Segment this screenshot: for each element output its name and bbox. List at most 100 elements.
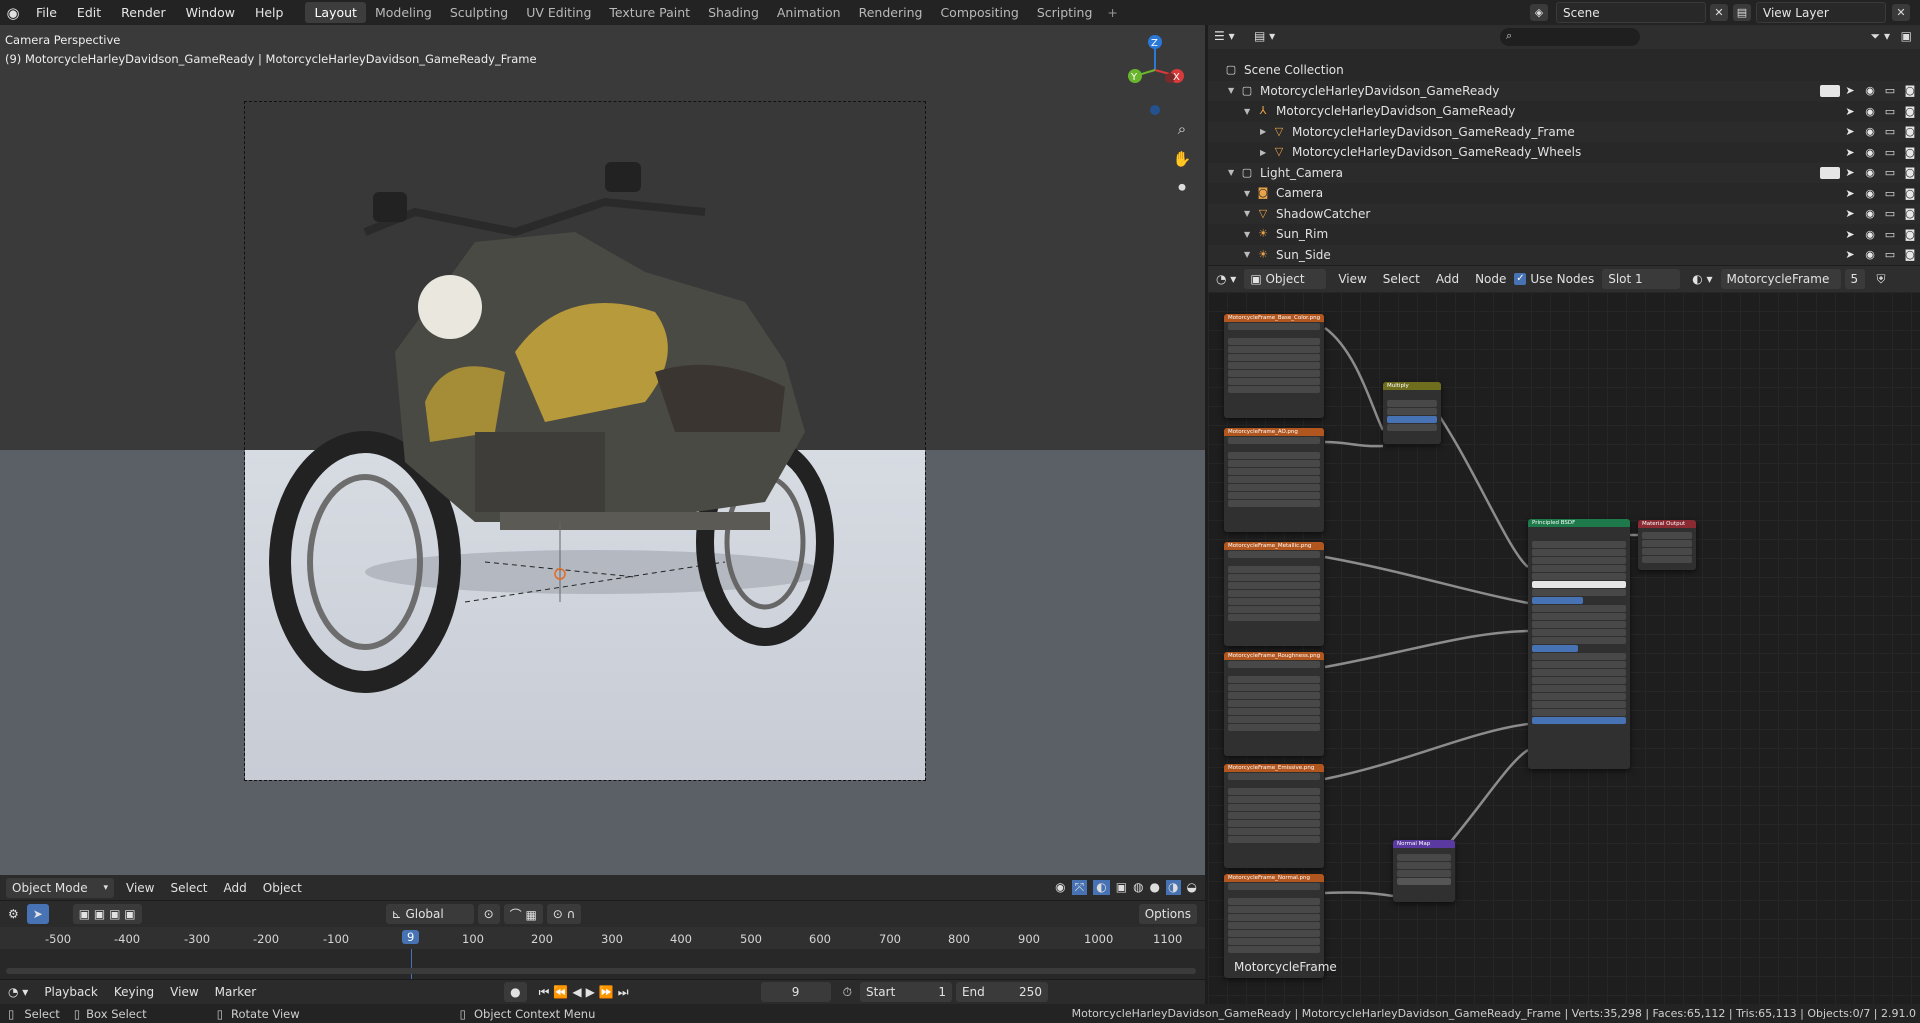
tab-uv-editing[interactable]: UV Editing — [517, 2, 600, 23]
current-frame-field[interactable]: 9 — [760, 982, 831, 1002]
menu-window[interactable]: Window — [176, 5, 245, 20]
outliner-row[interactable]: ▶ ▽ MotorcycleHarleyDavidson_GameReady_Fra… — [1208, 121, 1920, 142]
xray-icon[interactable]: ▣ — [1116, 880, 1127, 895]
outliner-filter-mode-icon[interactable]: ▤ ▾ — [1254, 29, 1275, 43]
use-nodes-checkbox[interactable]: ✓ — [1514, 273, 1527, 285]
select-arrow-icon[interactable]: ➤ — [1840, 84, 1860, 97]
exclude-checkbox[interactable]: ✓ — [1820, 166, 1840, 179]
image-texture-node[interactable]: MotorcycleFrame_Metallic.png — [1224, 542, 1324, 646]
snap-icon[interactable]: ⌒ ▦ — [503, 904, 543, 924]
render-camera-icon[interactable]: ◙ — [1900, 187, 1920, 200]
material-output-node[interactable]: Material Output — [1638, 520, 1696, 570]
disclosure-triangle-icon[interactable]: ▼ — [1244, 107, 1256, 116]
view-layer-icon[interactable]: ▤ — [1733, 4, 1751, 21]
material-browse-icon[interactable]: ◐ ▾ — [1684, 272, 1720, 286]
fake-user-shield-icon[interactable]: ⛨ — [1869, 272, 1894, 287]
overlay-toggle-icon[interactable]: ◐ — [1093, 880, 1110, 895]
node-menu-node[interactable]: Node — [1467, 272, 1514, 286]
zoom-icon[interactable]: ⌕ — [1170, 117, 1194, 141]
tool-settings-icon[interactable]: ⚙ — [0, 907, 27, 921]
scene-browse-icon[interactable]: ◈ — [1530, 4, 1548, 21]
render-camera-icon[interactable]: ◙ — [1900, 248, 1920, 261]
outliner-search-input[interactable]: ⌕ — [1500, 28, 1640, 46]
timeline-ruler[interactable]: -500 -400 -300 -200 -100 9 100 200 300 4… — [0, 927, 1205, 949]
monitor-icon[interactable]: ▭ — [1880, 228, 1900, 241]
monitor-icon[interactable]: ▭ — [1880, 146, 1900, 159]
tab-texture-paint[interactable]: Texture Paint — [600, 2, 699, 23]
outliner-row[interactable]: ▼ ☀ Sun_Rim ➤ ◉ ▭ ◙ — [1208, 224, 1920, 244]
selection-mode-icons[interactable]: ▣ ▣ ▣ ▣ — [72, 904, 142, 924]
monitor-icon[interactable]: ▭ — [1880, 187, 1900, 200]
node-menu-view[interactable]: View — [1330, 272, 1374, 286]
menu-select[interactable]: Select — [162, 881, 215, 895]
render-camera-icon[interactable]: ◙ — [1900, 207, 1920, 220]
outliner-row[interactable]: ▼ ▢ Light_Camera ✓ ➤ ◉ ▭ ◙ — [1208, 162, 1920, 183]
multiply-node[interactable]: Multiply — [1383, 382, 1441, 444]
object-mode-dropdown[interactable]: Object Mode ▾ — [6, 877, 114, 898]
timeline-editor-icon[interactable]: ◔ ▾ — [0, 985, 36, 999]
select-arrow-icon[interactable]: ➤ — [1840, 187, 1860, 200]
render-camera-icon[interactable]: ◙ — [1900, 146, 1920, 159]
outliner-row[interactable]: ▼ ☀ Sun_Side ➤ ◉ ▭ ◙ — [1208, 244, 1920, 265]
outliner[interactable]: ☰ ▾ ▤ ▾ ⌕ ⏷ ▾ ▣ ▢ Scene Collection ▼ ▢ Motor… — [1208, 25, 1920, 265]
monitor-icon[interactable]: ▭ — [1880, 105, 1900, 118]
menu-playback[interactable]: Playback — [36, 985, 106, 999]
menu-file[interactable]: File — [26, 5, 67, 20]
menu-edit[interactable]: Edit — [67, 5, 111, 20]
disclosure-triangle-icon[interactable]: ▼ — [1244, 189, 1256, 198]
principled-bsdf-node[interactable]: Principled BSDF — [1528, 519, 1630, 769]
close-scene-icon[interactable]: ✕ — [1710, 4, 1728, 21]
eye-icon[interactable]: ◉ — [1860, 146, 1880, 159]
tab-modeling[interactable]: Modeling — [366, 2, 441, 23]
menu-view[interactable]: View — [162, 985, 206, 999]
outliner-row[interactable]: ▼ ▢ MotorcycleHarleyDavidson_GameReady ✓ ➤ ◉ ▭… — [1208, 80, 1920, 101]
node-menu-add[interactable]: Add — [1428, 272, 1467, 286]
tab-layout[interactable]: Layout — [305, 2, 366, 23]
disclosure-triangle-icon[interactable]: ▼ — [1228, 168, 1240, 177]
render-camera-icon[interactable]: ◙ — [1900, 125, 1920, 138]
editor-type-icon[interactable]: ◔ ▾ — [1208, 272, 1244, 286]
menu-view[interactable]: View — [118, 881, 162, 895]
timeline-scrollbar[interactable] — [6, 968, 1196, 974]
select-arrow-icon[interactable]: ➤ — [1840, 125, 1860, 138]
eye-icon[interactable]: ◉ — [1860, 105, 1880, 118]
normal-map-node[interactable]: Normal Map — [1393, 840, 1455, 902]
select-arrow-icon[interactable]: ➤ — [1840, 248, 1860, 261]
3d-viewport[interactable]: Camera Perspective (9) MotorcycleHarleyD… — [0, 25, 1205, 875]
material-name-field[interactable]: MotorcycleFrame — [1720, 269, 1841, 289]
render-camera-icon[interactable]: ◙ — [1900, 84, 1920, 97]
disclosure-triangle-icon[interactable]: ▼ — [1244, 209, 1256, 218]
outliner-row[interactable]: ▼ ▽ ShadowCatcher ➤ ◉ ▭ ◙ — [1208, 203, 1920, 224]
gizmo-toggle-icon[interactable]: ⤧ — [1071, 880, 1088, 895]
monitor-icon[interactable]: ▭ — [1880, 207, 1900, 220]
record-icon[interactable]: ● — [504, 982, 527, 1002]
monitor-icon[interactable]: ▭ — [1880, 166, 1900, 179]
new-collection-icon[interactable]: ▣ — [1901, 29, 1912, 43]
disclosure-triangle-icon[interactable]: ▼ — [1244, 230, 1256, 239]
render-camera-icon[interactable]: ◙ — [1900, 228, 1920, 241]
outliner-row[interactable]: ▼ ◙ Camera ➤ ◉ ▭ ◙ — [1208, 183, 1920, 203]
solid-shading-icon[interactable]: ● — [1150, 880, 1160, 895]
view-layer-selector[interactable]: View Layer — [1756, 2, 1886, 23]
tab-rendering[interactable]: Rendering — [850, 2, 932, 23]
eye-icon[interactable]: ◉ — [1860, 166, 1880, 179]
outliner-display-mode-icon[interactable]: ☰ ▾ — [1214, 29, 1235, 43]
filter-icon[interactable]: ⏷ ▾ — [1871, 29, 1890, 44]
disclosure-triangle-icon[interactable]: ▼ — [1228, 86, 1240, 95]
pivot-point-icon[interactable]: ⊙ — [477, 904, 500, 924]
eye-icon[interactable]: ◉ — [1860, 125, 1880, 138]
transform-orientation-dropdown[interactable]: ⊾ Global — [385, 904, 474, 924]
timeline-area[interactable] — [0, 949, 1205, 979]
outliner-row[interactable]: ▢ Scene Collection — [1208, 60, 1920, 80]
select-arrow-icon[interactable]: ➤ — [1840, 146, 1860, 159]
node-menu-select[interactable]: Select — [1375, 272, 1428, 286]
visibility-icon[interactable]: ◉ — [1055, 880, 1065, 895]
material-users-count[interactable]: 5 — [1844, 269, 1865, 289]
node-canvas[interactable]: MotorcycleFrame_Base_Color.png Motorcycl… — [1208, 292, 1920, 1004]
eye-icon[interactable]: ◉ — [1860, 228, 1880, 241]
disclosure-triangle-icon[interactable]: ▶ — [1260, 148, 1272, 157]
rendered-shading-icon[interactable]: ◒ — [1187, 880, 1197, 895]
disclosure-triangle-icon[interactable]: ▼ — [1244, 250, 1256, 259]
eye-icon[interactable]: ◉ — [1860, 187, 1880, 200]
select-tool-icon[interactable]: ➤ — [26, 904, 49, 924]
